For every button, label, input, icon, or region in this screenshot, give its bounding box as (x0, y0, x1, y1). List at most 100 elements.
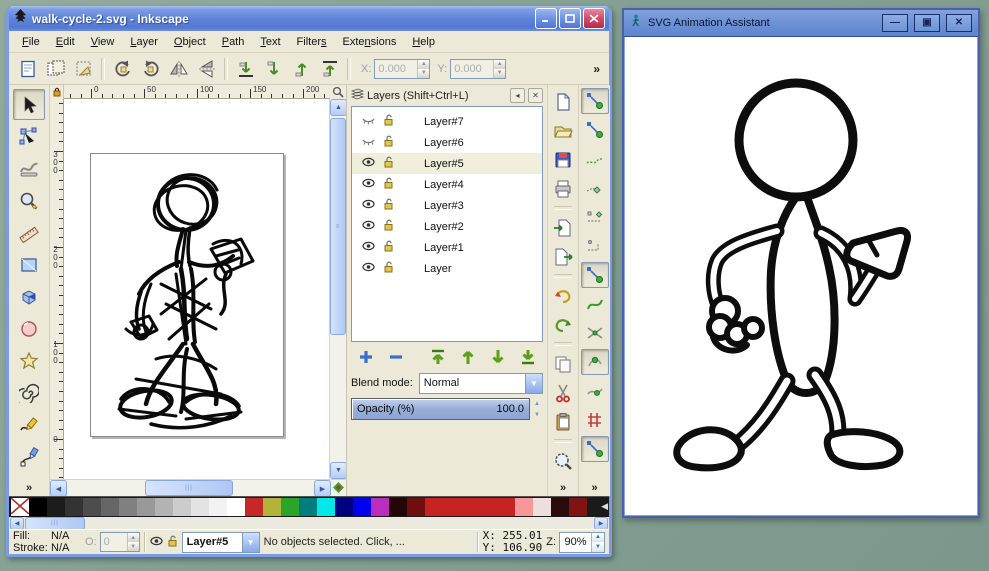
snap-overflow-button[interactable]: » (579, 482, 610, 494)
raise-to-top-button[interactable] (316, 55, 343, 82)
snap-paths-button[interactable] (581, 291, 609, 317)
color-swatch[interactable] (317, 498, 335, 516)
lower-button[interactable] (485, 345, 511, 369)
inkscape-titlebar[interactable]: walk-cycle-2.svg - Inkscape (9, 6, 609, 31)
canvas-viewport[interactable] (64, 99, 329, 479)
color-swatch[interactable] (227, 498, 245, 516)
snap-bounding-box-button[interactable] (581, 117, 609, 143)
layer-name[interactable]: Layer#6 (424, 137, 464, 149)
layer-name[interactable]: Layer#4 (424, 179, 464, 191)
layer-row[interactable]: Layer#4 (352, 174, 542, 195)
menu-file[interactable]: File (15, 34, 47, 50)
menu-view[interactable]: View (84, 34, 122, 50)
visibility-on-icon[interactable] (362, 178, 375, 191)
layer-row[interactable]: Layer#6 (352, 132, 542, 153)
snap-bbox-edges-button[interactable] (581, 146, 609, 172)
lower-button[interactable] (260, 55, 287, 82)
import-button[interactable] (549, 214, 577, 241)
visibility-on-icon[interactable] (362, 157, 375, 170)
menu-help[interactable]: Help (405, 34, 442, 50)
color-swatch[interactable] (245, 498, 263, 516)
y-coord-field[interactable]: 0.000 ▲ ▼ (450, 58, 507, 79)
select-all-button[interactable] (14, 55, 41, 82)
lock-open-icon[interactable] (383, 114, 394, 129)
zoom-tool[interactable] (13, 185, 45, 216)
current-layer-select[interactable]: Layer#5 ▼ (181, 531, 260, 553)
layer-row[interactable]: Layer#3 (352, 195, 542, 216)
horizontal-ruler[interactable]: 0 50 100 150 200 (64, 85, 330, 99)
color-swatch[interactable] (29, 498, 47, 516)
calligraphy-tool[interactable] (13, 441, 45, 472)
copy-button[interactable] (549, 350, 577, 377)
color-swatch[interactable] (47, 498, 65, 516)
layer-row[interactable]: Layer#7 (352, 111, 542, 132)
new-document-button[interactable] (549, 88, 577, 115)
node-editor-tool[interactable] (13, 121, 45, 152)
color-swatch[interactable] (119, 498, 137, 516)
layer-lock-icon[interactable] (167, 535, 178, 550)
palette-scroll-left[interactable]: ◀ (10, 516, 24, 530)
layer-row[interactable]: Layer#1 (352, 237, 542, 258)
save-button[interactable] (549, 146, 577, 173)
svg-page[interactable] (90, 153, 284, 437)
canvas-vertical-scrollbar[interactable]: ▲ ≡ ▼ (329, 99, 347, 479)
color-swatch[interactable] (569, 498, 587, 516)
lower-to-bottom-button[interactable] (232, 55, 259, 82)
menu-path[interactable]: Path (215, 34, 252, 50)
close-button[interactable] (583, 8, 605, 29)
lock-open-icon[interactable] (383, 177, 394, 192)
color-swatch[interactable] (533, 498, 551, 516)
snap-nodes-button[interactable] (580, 262, 609, 288)
assistant-canvas[interactable] (624, 37, 978, 516)
raise-button[interactable] (455, 345, 481, 369)
visibility-on-icon[interactable] (362, 241, 375, 254)
color-swatch[interactable] (155, 498, 173, 516)
color-swatch[interactable] (461, 498, 479, 516)
toolbar-overflow-button[interactable]: » (589, 62, 604, 76)
vertical-ruler[interactable]: 300 200 100 0 (50, 99, 64, 479)
color-swatch[interactable] (407, 498, 425, 516)
menu-layer[interactable]: Layer (123, 34, 165, 50)
dock-close-button[interactable]: ✕ (528, 88, 543, 103)
scroll-down-button[interactable]: ▼ (330, 462, 347, 479)
paste-button[interactable] (549, 408, 577, 435)
color-swatch[interactable] (353, 498, 371, 516)
palette-scroll-right[interactable]: ▶ (594, 516, 608, 530)
x-coord-field[interactable]: 0.000 ▲ ▼ (374, 58, 431, 79)
lock-open-icon[interactable] (383, 135, 394, 150)
color-swatch[interactable] (137, 498, 155, 516)
open-button[interactable] (549, 117, 577, 144)
opacity-field[interactable]: 0 ▲ ▼ (99, 532, 140, 552)
fill-value[interactable]: N/A (51, 530, 81, 542)
layer-row[interactable]: Layer#5 (352, 153, 542, 174)
color-swatch[interactable] (497, 498, 515, 516)
menu-edit[interactable]: Edit (49, 34, 82, 50)
maximize-button[interactable]: ▣ (914, 14, 940, 32)
raise-button[interactable] (288, 55, 315, 82)
rotate-cw-button[interactable] (137, 55, 164, 82)
cut-button[interactable] (549, 379, 577, 406)
star-tool[interactable] (13, 345, 45, 376)
spiral-tool[interactable] (13, 377, 45, 408)
menu-text[interactable]: Text (253, 34, 287, 50)
deselect-button[interactable] (70, 55, 97, 82)
snap-smooth-nodes-button[interactable] (581, 378, 609, 404)
swatch-none[interactable] (10, 497, 30, 516)
zoom-fit-icon[interactable] (330, 85, 346, 99)
raise-to-top-button[interactable] (425, 345, 451, 369)
chevron-down-icon[interactable]: ▼ (241, 532, 259, 552)
snap-cusp-nodes-button[interactable] (580, 349, 609, 375)
undo-button[interactable] (549, 282, 577, 309)
color-swatch[interactable] (299, 498, 317, 516)
snap-edge-midpoints-button[interactable] (581, 204, 609, 230)
selector-tool[interactable] (13, 89, 45, 120)
canvas-horizontal-scrollbar[interactable]: ◀ ||| ▶ (50, 479, 346, 497)
color-swatch[interactable] (425, 498, 443, 516)
minimize-button[interactable] (535, 8, 557, 29)
remove-layer-button[interactable] (383, 345, 409, 369)
menu-extensions[interactable]: Extensions (336, 34, 404, 50)
vertical-scroll-thumb[interactable]: ≡ (330, 118, 346, 335)
color-swatch[interactable] (551, 498, 569, 516)
redo-button[interactable] (549, 311, 577, 338)
minimize-button[interactable]: — (882, 14, 908, 32)
